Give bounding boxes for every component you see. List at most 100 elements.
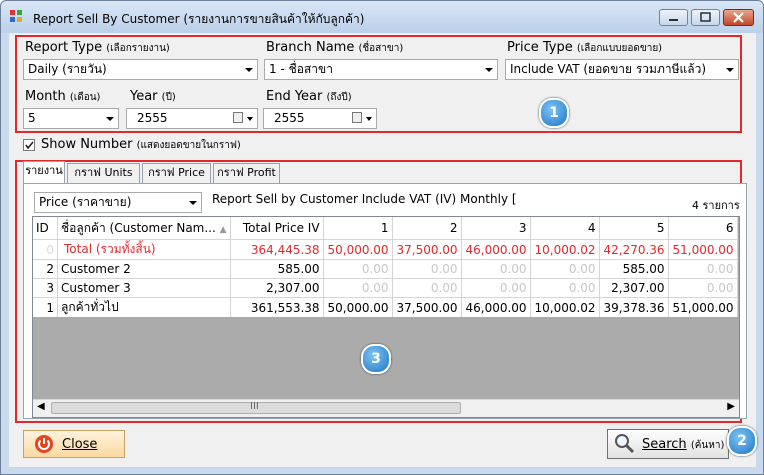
maximize-button[interactable] xyxy=(691,9,720,26)
search-icon xyxy=(615,434,635,454)
cell-month: 2,307.00 xyxy=(599,278,669,298)
month-select[interactable]: 5 xyxy=(23,108,119,129)
cell-customer: Total (รวมทั้งสิ้น) xyxy=(57,239,231,260)
horizontal-scrollbar[interactable]: ◀ III ▶ xyxy=(33,399,739,417)
table-header-row: ID ชื่อลูกค้า (Customer Nam... ▲ Total P… xyxy=(33,217,738,240)
sort-arrow-icon: ▲ xyxy=(219,224,227,235)
chevron-down-icon xyxy=(366,117,372,121)
minimize-button[interactable] xyxy=(659,9,688,26)
price-type-select[interactable]: Include VAT (ยอดขาย รวมภาษีแล้ว) xyxy=(505,59,739,80)
cell-id: 0 xyxy=(33,239,58,260)
year-picker[interactable]: 2555 xyxy=(126,108,258,129)
chevron-down-icon xyxy=(245,68,253,72)
close-button[interactable]: Close xyxy=(23,430,125,458)
cell-customer: Customer 3 xyxy=(57,278,231,298)
app-icon xyxy=(10,10,22,22)
chevron-down-icon xyxy=(485,68,493,72)
maximize-icon xyxy=(700,12,711,22)
report-window: Report Sell By Customer (รายงานการขายสิน… xyxy=(0,0,764,475)
table-row[interactable]: 1 ลูกค้าทั่วไป 361,553.38 50,000.00 37,5… xyxy=(33,297,738,318)
scroll-right-icon[interactable]: ▶ xyxy=(727,401,735,412)
cell-month: 0.00 xyxy=(392,278,462,298)
column-header-customer[interactable]: ชื่อลูกค้า (Customer Nam... ▲ xyxy=(57,217,231,240)
cell-total: 585.00 xyxy=(230,259,324,279)
calendar-icon xyxy=(352,112,362,123)
table-row-total[interactable]: 0 Total (รวมทั้งสิ้น) 364,445.38 50,000.… xyxy=(33,239,738,260)
cell-month: 51,000.00 xyxy=(668,297,738,318)
column-header-month-2[interactable]: 2 xyxy=(392,217,462,240)
price-mode-select[interactable]: Price (ราคาขาย) xyxy=(34,192,202,213)
cell-month: 46,000.00 xyxy=(461,297,531,318)
grip-icon: III xyxy=(250,401,259,412)
column-header-month-6[interactable]: 6 xyxy=(668,217,738,240)
title-bar: Report Sell By Customer (รายงานการขายสิน… xyxy=(1,1,763,33)
cell-month: 0.00 xyxy=(668,278,738,298)
row-count: 4 รายการ xyxy=(692,199,740,212)
branch-name-label: Branch Name (ชื่อสาขา) xyxy=(266,40,404,55)
window-title: Report Sell By Customer (รายงานการขายสิน… xyxy=(33,12,365,26)
chevron-down-icon xyxy=(247,117,253,121)
cell-month: 0.00 xyxy=(668,259,738,279)
tab-graph-profit[interactable]: กราฟ Profit xyxy=(213,163,280,183)
cell-month: 0.00 xyxy=(530,278,600,298)
cell-month: 0.00 xyxy=(323,278,393,298)
cell-month: 51,000.00 xyxy=(668,239,738,260)
cell-id: 3 xyxy=(33,278,58,298)
tab-report[interactable]: รายงาน xyxy=(23,161,65,183)
search-button[interactable]: Search (ค้นหา) xyxy=(607,429,729,459)
show-number-checkbox[interactable] xyxy=(23,139,35,151)
branch-name-select[interactable]: 1 - ชื่อสาขา xyxy=(264,59,498,80)
close-button-label: Close xyxy=(62,437,98,452)
cell-month: 0.00 xyxy=(323,259,393,279)
tab-graph-units[interactable]: กราฟ Units xyxy=(67,163,140,183)
cell-month: 39,378.36 xyxy=(599,297,669,318)
tab-graph-price[interactable]: กราฟ Price xyxy=(142,163,211,183)
form-client: Report Type (เลือกรายงาน) Daily (รายวัน)… xyxy=(9,33,757,467)
cell-total: 361,553.38 xyxy=(230,297,324,318)
report-type-select[interactable]: Daily (รายวัน) xyxy=(23,59,258,80)
cell-month: 37,500.00 xyxy=(392,297,462,318)
report-type-label: Report Type (เลือกรายงาน) xyxy=(25,40,170,55)
cell-month: 50,000.00 xyxy=(323,297,393,318)
end-year-label: End Year (ถึงปี) xyxy=(266,89,352,104)
column-header-total[interactable]: Total Price IV xyxy=(230,217,324,240)
cell-month: 42,270.36 xyxy=(599,239,669,260)
cell-total: 2,307.00 xyxy=(230,278,324,298)
column-header-month-3[interactable]: 3 xyxy=(461,217,531,240)
callout-badge-2: 2 xyxy=(727,426,757,456)
cell-month: 585.00 xyxy=(599,259,669,279)
show-number-label: Show Number (แสดงยอดขายในกราฟ) xyxy=(41,137,241,152)
table-row[interactable]: 3 Customer 3 2,307.00 0.00 0.00 0.00 0.0… xyxy=(33,278,738,298)
cell-month: 0.00 xyxy=(461,259,531,279)
power-icon xyxy=(35,435,53,453)
cell-id: 2 xyxy=(33,259,58,279)
chevron-down-icon xyxy=(726,68,734,72)
cell-customer: Customer 2 xyxy=(57,259,231,279)
scroll-left-icon[interactable]: ◀ xyxy=(37,401,45,412)
callout-badge-1: 1 xyxy=(539,98,569,128)
scrollbar-thumb[interactable]: III xyxy=(51,401,461,414)
cell-total: 364,445.38 xyxy=(230,239,324,260)
report-table: ID ชื่อลูกค้า (Customer Nam... ▲ Total P… xyxy=(33,217,738,318)
column-header-month-5[interactable]: 5 xyxy=(599,217,669,240)
cell-month: 0.00 xyxy=(530,259,600,279)
cell-customer: ลูกค้าทั่วไป xyxy=(57,297,231,318)
column-header-month-4[interactable]: 4 xyxy=(530,217,600,240)
report-tab-panel: Price (ราคาขาย) Report Sell by Customer … xyxy=(23,183,747,419)
cell-month: 0.00 xyxy=(392,259,462,279)
cell-month: 10,000.02 xyxy=(530,297,600,318)
report-grid[interactable]: ID ชื่อลูกค้า (Customer Nam... ▲ Total P… xyxy=(32,216,740,418)
close-window-button[interactable] xyxy=(723,9,754,26)
chevron-down-icon xyxy=(189,201,197,205)
cell-month: 50,000.00 xyxy=(323,239,393,260)
cell-month: 10,000.02 xyxy=(530,239,600,260)
search-button-label: Search (ค้นหา) xyxy=(642,437,725,452)
close-icon xyxy=(733,12,744,23)
table-row[interactable]: 2 Customer 2 585.00 0.00 0.00 0.00 0.00 … xyxy=(33,259,738,279)
column-header-id[interactable]: ID xyxy=(33,217,58,240)
end-year-picker[interactable]: 2555 xyxy=(263,108,377,129)
cell-id: 1 xyxy=(33,297,58,318)
column-header-month-1[interactable]: 1 xyxy=(323,217,393,240)
cell-month: 0.00 xyxy=(461,278,531,298)
calendar-icon xyxy=(233,112,243,123)
